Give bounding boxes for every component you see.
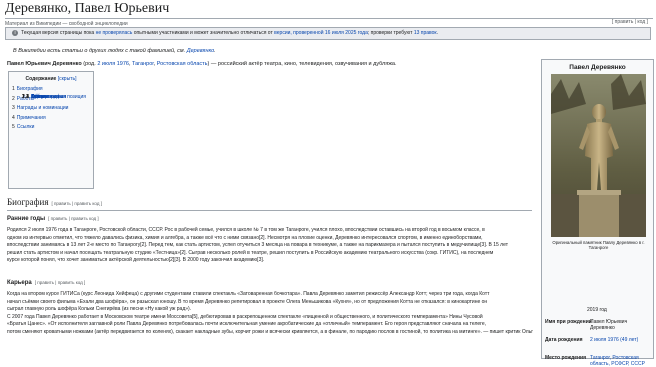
toc-item-number: 4 (12, 114, 15, 121)
toc-item[interactable]: 3 Награды и номинации (12, 104, 93, 114)
notice-text: ; проверки требуют (367, 30, 414, 36)
text-line: потом сменяют кроватными ножками (актёр … (7, 328, 533, 335)
early-years-text: Родился 2 июля 1976 года в Таганроге, Ро… (7, 227, 533, 265)
text-line: курсе которой понял, что хочет заниматьс… (7, 257, 265, 263)
notice-unreviewed-link[interactable]: не проверялась (96, 30, 133, 36)
toc-item-link[interactable]: Награды и номинации (17, 105, 69, 111)
text-line: Когда на втором курсе ГИТИСа (курс Леони… (7, 291, 490, 297)
review-notice: i Текущая версия страницы пока не проверя… (5, 27, 651, 40)
text-line: С 2007 года Павел Деревянко работает в М… (7, 313, 483, 320)
text-line: впоследствии занимаясь в 13 лет 2-е мест… (7, 242, 508, 248)
infobox-photo[interactable] (551, 74, 646, 237)
hatnote-text: . (214, 48, 216, 54)
infobox-row-label: Имя при рождении (545, 319, 592, 325)
hatnote-text: В Википедии есть статьи о других людях с… (13, 48, 187, 54)
toc-item-link[interactable]: Ссылки (17, 124, 35, 130)
lead-text: ) — российский актёр театра, кино, телев… (207, 61, 397, 67)
notice-text: . (436, 30, 439, 36)
toc-item-number: 1 (12, 86, 15, 92)
toc-item-link[interactable]: Примечания (17, 115, 46, 121)
notice-version-link[interactable]: версии, проверенной 16 июля 2025 года (274, 30, 368, 36)
section-divider (7, 210, 532, 211)
infobox-row-value[interactable]: 2 июля 1976 (49 лет) (590, 337, 652, 343)
section-title: Ранние годы (7, 216, 46, 222)
hatnote-disambig-link[interactable]: Деревянко (187, 48, 214, 54)
toc-item[interactable]: 2.3 Дубляж (14, 93, 49, 103)
toc-header: Содержание [скрыть] (9, 76, 93, 82)
section-edit-link[interactable]: [ править | править код ] (35, 280, 85, 285)
infobox-title: Павел Деревянко (569, 64, 626, 71)
toc-item[interactable]: 5 Ссылки (12, 123, 93, 133)
hatnote: В Википедии есть статьи о других людях с… (13, 48, 216, 54)
edit-link[interactable]: [ править | код ] (612, 19, 648, 25)
notice-text: опытными участниками и может значительно… (132, 30, 275, 36)
career-text: Когда на втором курсе ГИТИСа (курс Леони… (7, 291, 533, 336)
notice-edits-link[interactable]: 13 правок (414, 30, 437, 36)
section-heading-biography: Биография[ править | править код ] (7, 197, 102, 207)
section-title: Карьера (7, 280, 32, 286)
section-title: Биография (7, 197, 49, 207)
toc-item-link[interactable]: Дубляж (31, 94, 49, 100)
lead-text: (род. (81, 61, 98, 67)
infobox-caption: Оригинальный памятник Павлу Деревянко в … (552, 240, 645, 250)
section-edit-link[interactable]: [ править | править код ] (51, 201, 101, 206)
info-icon: i (12, 29, 18, 36)
lead-paragraph: Павел Юрьевич Деревянко (род. 2 июля 197… (7, 61, 532, 68)
toc-list: 1 Биография 1.1 Ранние годы 1.2 Карьера 1.3 Общ… (12, 85, 93, 133)
infobox-photo-year: 2019 год (587, 307, 607, 313)
section-heading-career: Карьера[ править | править код ] (7, 280, 85, 286)
infobox-row-value: Павел Юрьевич Деревянко (590, 319, 628, 331)
lead-name: Павел Юрьевич Деревянко (7, 61, 82, 67)
text-line: Родился 2 июля 1976 года в Таганроге, Ро… (7, 227, 485, 233)
toc-item-number: 3 (12, 105, 15, 111)
lead-city-link[interactable]: Таганрог (132, 61, 154, 67)
toc-item-link[interactable]: Биография (17, 86, 43, 92)
lead-birthdate-link[interactable]: 2 июля 1976 (97, 61, 129, 67)
toc-item[interactable]: 4 Примечания (12, 114, 93, 124)
toc-title: Содержание (25, 76, 57, 82)
title-divider (5, 18, 653, 19)
page-title: Деревянко, Павел Юрьевич (5, 1, 170, 16)
toc-item-number: 5 (12, 124, 15, 130)
text-line: «Братья Цанес». «От исполнителя заглавно… (7, 321, 487, 327)
toc-toggle[interactable]: [скрыть] (58, 76, 77, 82)
infobox-row-label: Дата рождения (545, 337, 583, 343)
section-edit-link[interactable]: [ править | править код ] (48, 216, 98, 221)
text-line: начал съёмки своего фильма «Ехали два шо… (7, 298, 488, 305)
text-line: решил стать артистом и начал посещать те… (7, 249, 494, 256)
lead-region-link[interactable]: Ростовская область (157, 61, 208, 67)
notice-text: Текущая версия страницы пока (21, 30, 96, 36)
section-heading-early-years: Ранние годы[ править | править код ] (7, 216, 99, 222)
infobox-row-value[interactable]: Таганрог, Ростовская область, РСФСР, ССС… (590, 355, 652, 367)
text-line: сыграл главную роль шофёра Кольки Снегир… (7, 306, 192, 312)
toc-item-number: 2.3 (22, 94, 29, 100)
text-line: одном из интервью отметил, что тяжело да… (7, 234, 483, 241)
table-of-contents: Содержание [скрыть] 1 Биография 1.1 Ранние … (8, 71, 94, 189)
infobox: Павел Деревянко Оригинальный памятник Па… (541, 59, 654, 367)
